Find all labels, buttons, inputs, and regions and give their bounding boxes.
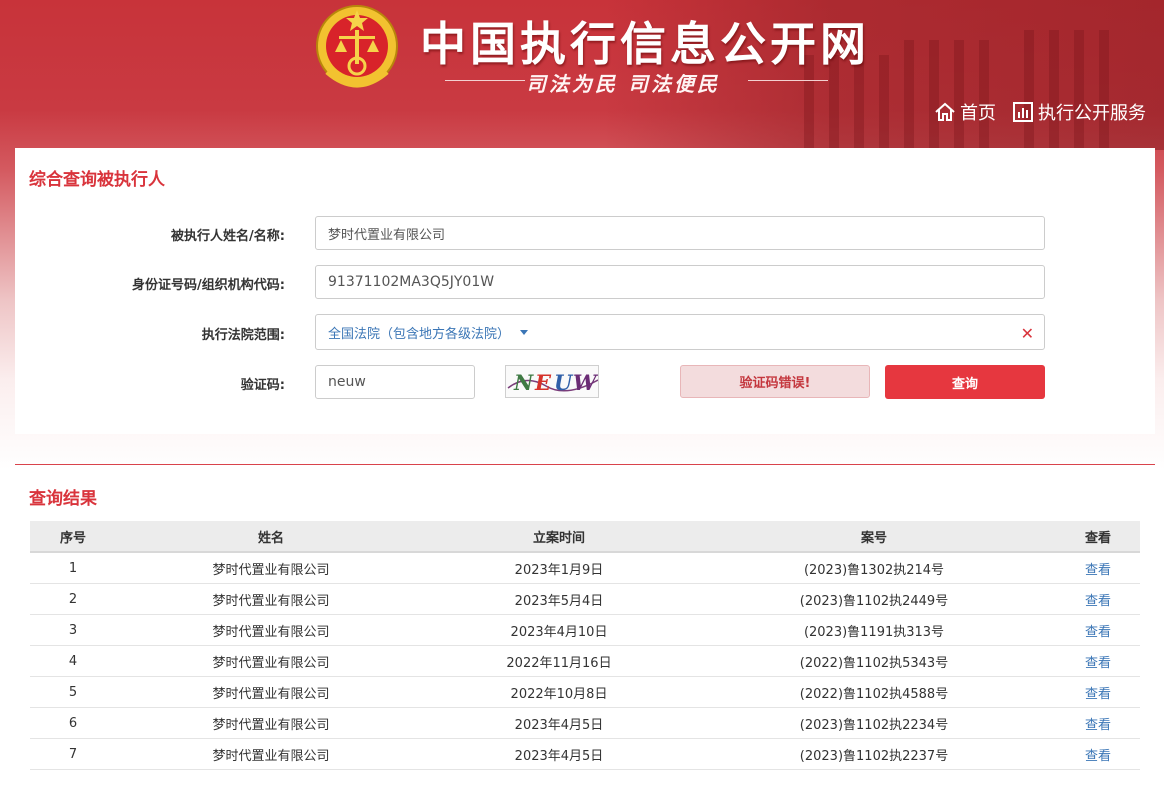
id-input-value: 91371102MA3Q5JY01W <box>328 274 495 290</box>
row-name: 梦时代置业有限公司 <box>116 676 426 708</box>
row-date: 2023年4月5日 <box>426 738 692 770</box>
svg-text:N: N <box>513 370 534 395</box>
site-title: 中国执行信息公开网 <box>420 17 870 71</box>
name-field-label: 被执行人姓名/名称: <box>171 229 285 244</box>
row-case-number: (2023)鲁1302执214号 <box>692 552 1056 584</box>
row-date: 2023年4月10日 <box>426 614 692 646</box>
table-header-row: 序号 姓名 立案时间 案号 查看 <box>30 521 1140 553</box>
clear-icon[interactable]: ✕ <box>1021 324 1034 343</box>
table-row: 4 梦时代置业有限公司 2022年11月16日 (2022)鲁1102执5343… <box>30 645 1140 677</box>
view-link[interactable]: 查看 <box>1085 594 1111 609</box>
row-date: 2022年11月16日 <box>426 645 692 677</box>
captcha-field-label: 验证码: <box>240 378 285 393</box>
row-date: 2023年1月9日 <box>426 552 692 584</box>
name-input-value: 梦时代置业有限公司 <box>328 227 446 243</box>
search-panel: 综合查询被执行人 被执行人姓名/名称: 梦时代置业有限公司 身份证号码/组织机构… <box>15 148 1155 434</box>
captcha-input-value: neuw <box>328 374 366 390</box>
id-field-label: 身份证号码/组织机构代码: <box>132 278 285 293</box>
view-link[interactable]: 查看 <box>1085 718 1111 733</box>
court-field-label: 执行法院范围: <box>201 328 285 343</box>
table-row: 1 梦时代置业有限公司 2023年1月9日 (2023)鲁1302执214号 查… <box>30 552 1140 584</box>
column-header-index: 序号 <box>30 521 116 553</box>
row-case-number: (2023)鲁1102执2449号 <box>692 583 1056 615</box>
view-link[interactable]: 查看 <box>1085 656 1111 671</box>
court-select-value: 全国法院（包含地方各级法院） <box>328 326 511 342</box>
results-panel-title: 查询结果 <box>29 489 97 509</box>
row-index: 7 <box>30 738 116 770</box>
column-header-case-number: 案号 <box>692 521 1056 553</box>
row-name: 梦时代置业有限公司 <box>116 614 426 646</box>
nav-enforcement-services[interactable]: 执行公开服务 <box>1012 99 1146 125</box>
results-panel: 查询结果 序号 姓名 立案时间 案号 查看 1 梦时代置业有限公司 2023年1… <box>15 464 1155 812</box>
row-name: 梦时代置业有限公司 <box>116 645 426 677</box>
svg-text:W: W <box>573 370 599 395</box>
column-header-view: 查看 <box>1056 521 1140 553</box>
column-header-name: 姓名 <box>116 521 426 553</box>
row-date: 2023年4月5日 <box>426 707 692 739</box>
row-name: 梦时代置业有限公司 <box>116 738 426 770</box>
captcha-input[interactable]: neuw <box>315 365 475 399</box>
table-row: 6 梦时代置业有限公司 2023年4月5日 (2023)鲁1102执2234号 … <box>30 707 1140 739</box>
row-name: 梦时代置业有限公司 <box>116 583 426 615</box>
view-link[interactable]: 查看 <box>1085 687 1111 702</box>
svg-text:E: E <box>534 370 552 395</box>
column-header-date: 立案时间 <box>426 521 692 553</box>
row-case-number: (2023)鲁1102执2237号 <box>692 738 1056 770</box>
captcha-error-message: 验证码错误! <box>680 365 870 398</box>
query-button[interactable]: 查询 <box>885 365 1045 399</box>
row-index: 3 <box>30 614 116 646</box>
court-select[interactable]: 全国法院（包含地方各级法院） ✕ <box>315 314 1045 350</box>
svg-text:U: U <box>554 370 574 395</box>
view-link[interactable]: 查看 <box>1085 625 1111 640</box>
home-icon <box>935 102 955 121</box>
slogan-divider-right <box>748 80 828 81</box>
name-input[interactable]: 梦时代置业有限公司 <box>315 216 1045 250</box>
row-date: 2022年10月8日 <box>426 676 692 708</box>
row-index: 4 <box>30 645 116 677</box>
row-case-number: (2023)鲁1102执2234号 <box>692 707 1056 739</box>
row-case-number: (2022)鲁1102执5343号 <box>692 645 1056 677</box>
court-emblem-icon <box>316 5 398 88</box>
nav-enforcement-services-label: 执行公开服务 <box>1038 103 1146 124</box>
row-case-number: (2022)鲁1102执4588号 <box>692 676 1056 708</box>
row-index: 1 <box>30 552 116 584</box>
view-link[interactable]: 查看 <box>1085 563 1111 578</box>
table-row: 7 梦时代置业有限公司 2023年4月5日 (2023)鲁1102执2237号 … <box>30 738 1140 770</box>
bar-chart-icon <box>1013 102 1033 122</box>
top-nav: 首页 执行公开服务 <box>934 99 1146 125</box>
site-slogan: 司法为民 司法便民 <box>526 72 720 96</box>
nav-home[interactable]: 首页 <box>934 99 996 125</box>
nav-home-label: 首页 <box>960 103 996 124</box>
table-row: 3 梦时代置业有限公司 2023年4月10日 (2023)鲁1191执313号 … <box>30 614 1140 646</box>
table-row: 5 梦时代置业有限公司 2022年10月8日 (2022)鲁1102执4588号… <box>30 676 1140 708</box>
row-index: 2 <box>30 583 116 615</box>
chevron-down-icon <box>520 329 529 335</box>
search-panel-title: 综合查询被执行人 <box>29 170 165 190</box>
row-date: 2023年5月4日 <box>426 583 692 615</box>
captcha-image[interactable]: N E U W <box>505 365 599 398</box>
row-index: 6 <box>30 707 116 739</box>
slogan-divider-left <box>445 80 525 81</box>
row-name: 梦时代置业有限公司 <box>116 552 426 584</box>
view-link[interactable]: 查看 <box>1085 749 1111 764</box>
id-input[interactable]: 91371102MA3Q5JY01W <box>315 265 1045 299</box>
results-table: 序号 姓名 立案时间 案号 查看 1 梦时代置业有限公司 2023年1月9日 (… <box>30 521 1140 770</box>
row-name: 梦时代置业有限公司 <box>116 707 426 739</box>
row-case-number: (2023)鲁1191执313号 <box>692 614 1056 646</box>
row-index: 5 <box>30 676 116 708</box>
table-row: 2 梦时代置业有限公司 2023年5月4日 (2023)鲁1102执2449号 … <box>30 583 1140 615</box>
